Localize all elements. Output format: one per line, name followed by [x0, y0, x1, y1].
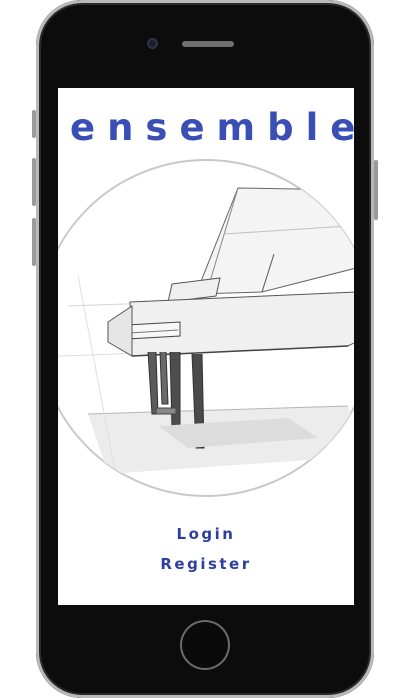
- volume-up-button: [32, 158, 36, 206]
- home-button-icon[interactable]: [180, 620, 230, 670]
- mute-switch: [32, 110, 36, 138]
- login-link[interactable]: Login: [58, 525, 354, 543]
- piano-illustration: [58, 159, 354, 497]
- earpiece-speaker: [182, 41, 234, 47]
- app-title: ensemble: [70, 106, 354, 149]
- phone-frame: ensemble Login Register: [32, 0, 378, 698]
- volume-down-button: [32, 218, 36, 266]
- register-link[interactable]: Register: [58, 555, 354, 573]
- power-button: [374, 160, 378, 220]
- front-camera-icon: [147, 38, 158, 49]
- app-screen: ensemble Login Register: [58, 88, 354, 605]
